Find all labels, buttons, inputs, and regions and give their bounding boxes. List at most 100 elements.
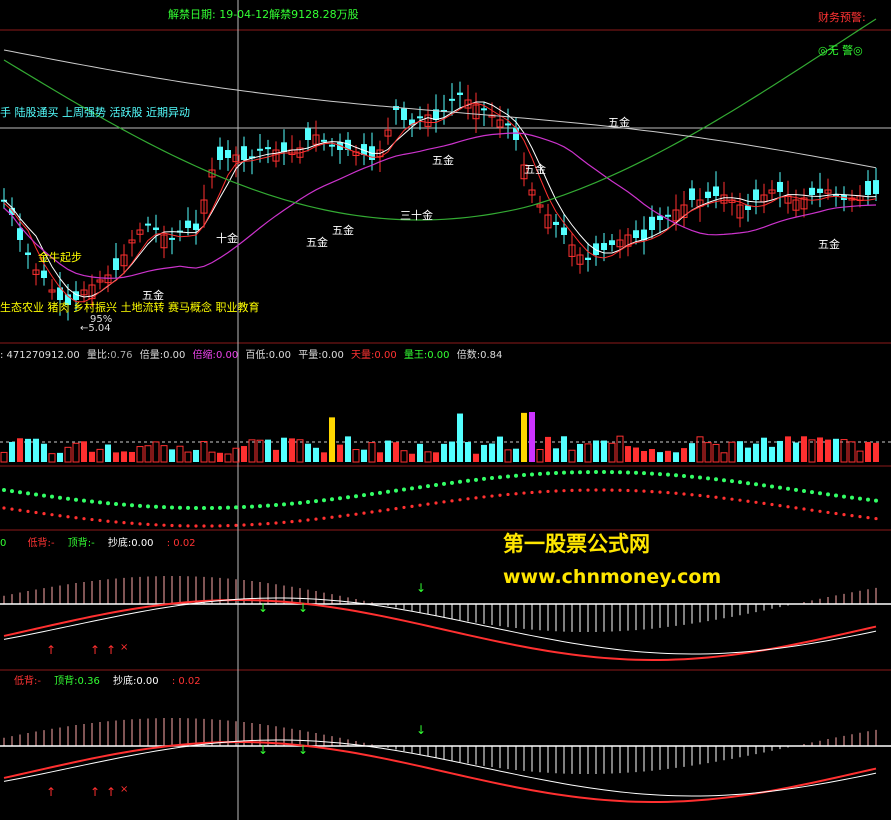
indicator1-sell-arrow-icon: ↓ bbox=[258, 601, 268, 615]
volume-bar bbox=[808, 439, 816, 463]
trend-dot bbox=[50, 494, 54, 499]
trend-dot bbox=[786, 486, 790, 491]
trend-dot bbox=[130, 503, 134, 508]
candle-body bbox=[193, 223, 199, 230]
trend-dot bbox=[370, 492, 374, 497]
trend-dot bbox=[466, 478, 470, 483]
trend-dot bbox=[538, 490, 542, 494]
volume-bar bbox=[568, 449, 576, 463]
trend-dot bbox=[122, 502, 126, 507]
trend-dot bbox=[346, 495, 350, 500]
candle-body bbox=[329, 144, 335, 147]
trend-dot bbox=[546, 489, 550, 494]
stock-chart-window[interactable]: ↑ ↑ ↑ ↓ ↓ ↓ × ↑ ↑ ↑ ↓ ↓ ↓ × 解禁日期: 19-04-12解禁9128.28万股… bbox=[0, 0, 891, 820]
trend-dot bbox=[154, 504, 158, 509]
candle-body bbox=[505, 123, 511, 126]
dingbei-value: 0.36 bbox=[77, 676, 100, 687]
trend-dot bbox=[650, 489, 654, 494]
trend-dot bbox=[266, 522, 270, 526]
volume-bar bbox=[521, 412, 527, 462]
trend-dot bbox=[282, 502, 286, 507]
trend-dot bbox=[434, 482, 438, 487]
ratio-label: 量比: bbox=[86, 350, 111, 361]
indicator2-buy-arrow-icon: ↑ bbox=[46, 785, 56, 799]
volume-bar bbox=[265, 439, 271, 462]
trend-dot bbox=[378, 490, 382, 495]
trend-dot bbox=[810, 490, 814, 495]
trend-dot bbox=[866, 497, 870, 502]
trend-dot bbox=[554, 471, 558, 476]
signal-wujin: 五金 bbox=[608, 116, 630, 129]
trend-dot bbox=[586, 488, 590, 492]
trend-dot bbox=[842, 494, 846, 499]
volume-bar bbox=[121, 451, 127, 462]
volume-header: : 471270912.00 量比:0.76 倍量:0.00 倍缩:0.00 百… bbox=[0, 346, 502, 361]
trend-dot bbox=[450, 499, 454, 503]
trend-dot bbox=[746, 481, 750, 486]
trend-dot bbox=[114, 520, 118, 524]
candle-body bbox=[689, 188, 695, 200]
watermark-site-url[interactable]: www.chnmoney.com bbox=[503, 566, 721, 588]
trend-dot bbox=[346, 513, 350, 517]
volume-bar bbox=[577, 443, 583, 462]
trend-dot bbox=[266, 503, 270, 508]
trend-dot bbox=[98, 518, 102, 523]
candle-body bbox=[593, 243, 599, 255]
volume-bar bbox=[72, 442, 80, 463]
trend-dot bbox=[762, 501, 766, 505]
candle-body bbox=[777, 181, 783, 192]
indicator2-cross-icon: × bbox=[120, 784, 128, 795]
indicator2-sell-arrow-icon: ↓ bbox=[298, 743, 308, 757]
liangwang-value: 0.00 bbox=[427, 350, 450, 361]
ratio-value: 0.76 bbox=[110, 350, 133, 361]
volume-bar bbox=[224, 453, 232, 463]
trend-dot bbox=[322, 516, 326, 520]
trend-dot bbox=[834, 493, 838, 498]
trend-dot bbox=[282, 520, 286, 524]
volume-bar bbox=[825, 439, 831, 462]
volume-bar bbox=[793, 442, 799, 462]
trend-dot bbox=[442, 500, 446, 504]
trend-dot bbox=[618, 488, 622, 492]
trend-dot bbox=[138, 522, 142, 526]
concept-tags-bottom[interactable]: 生态农业 猪肉 乡村振兴 土地流转 赛马概念 职业教育 bbox=[0, 299, 259, 315]
volume-bar bbox=[769, 446, 775, 462]
trend-dot bbox=[642, 471, 646, 476]
volume-bar bbox=[208, 451, 216, 463]
trend-dot bbox=[186, 524, 190, 528]
trend-dot bbox=[298, 519, 302, 523]
trend-dot bbox=[178, 505, 182, 510]
volume-bar bbox=[57, 452, 63, 462]
volume-bar bbox=[248, 439, 256, 463]
trend-dot bbox=[42, 512, 46, 516]
candle-body bbox=[449, 98, 455, 101]
volume-bar bbox=[673, 452, 679, 462]
finance-alert-label[interactable]: 财务预警: bbox=[818, 9, 866, 25]
trend-dot bbox=[482, 495, 486, 499]
volume-bar bbox=[761, 437, 767, 462]
candle-body bbox=[41, 270, 47, 278]
signal-sanshijin: 三十金 bbox=[400, 209, 433, 222]
trend-dot bbox=[146, 504, 150, 509]
trend-dot bbox=[818, 509, 822, 513]
volume-bar bbox=[81, 441, 87, 462]
trend-dot bbox=[730, 479, 734, 484]
volume-bar bbox=[545, 436, 551, 462]
volume-bar bbox=[689, 443, 695, 462]
trend-dot bbox=[258, 522, 262, 526]
candle-body bbox=[553, 221, 559, 225]
tianliang-value: 0.00 bbox=[374, 350, 397, 361]
concept-tags-top[interactable]: 手 陆股通买 上周强势 活跃股 近期异动 bbox=[0, 104, 190, 120]
trend-dot bbox=[570, 470, 574, 475]
trend-dot bbox=[850, 514, 854, 518]
indicator1-dif-line bbox=[3, 597, 877, 655]
volume-bar bbox=[625, 446, 631, 462]
trend-dot bbox=[594, 488, 598, 492]
trend-dot bbox=[426, 502, 430, 506]
trend-dot bbox=[146, 522, 150, 526]
volume-bar bbox=[561, 436, 567, 462]
trend-dot bbox=[602, 488, 606, 492]
candlestick-chart[interactable]: ↑ ↑ ↑ ↓ ↓ ↓ × ↑ ↑ ↑ ↓ ↓ ↓ × bbox=[0, 0, 891, 820]
indicator1-sell-arrow-icon: ↓ bbox=[298, 601, 308, 615]
trend-dot bbox=[122, 521, 126, 525]
